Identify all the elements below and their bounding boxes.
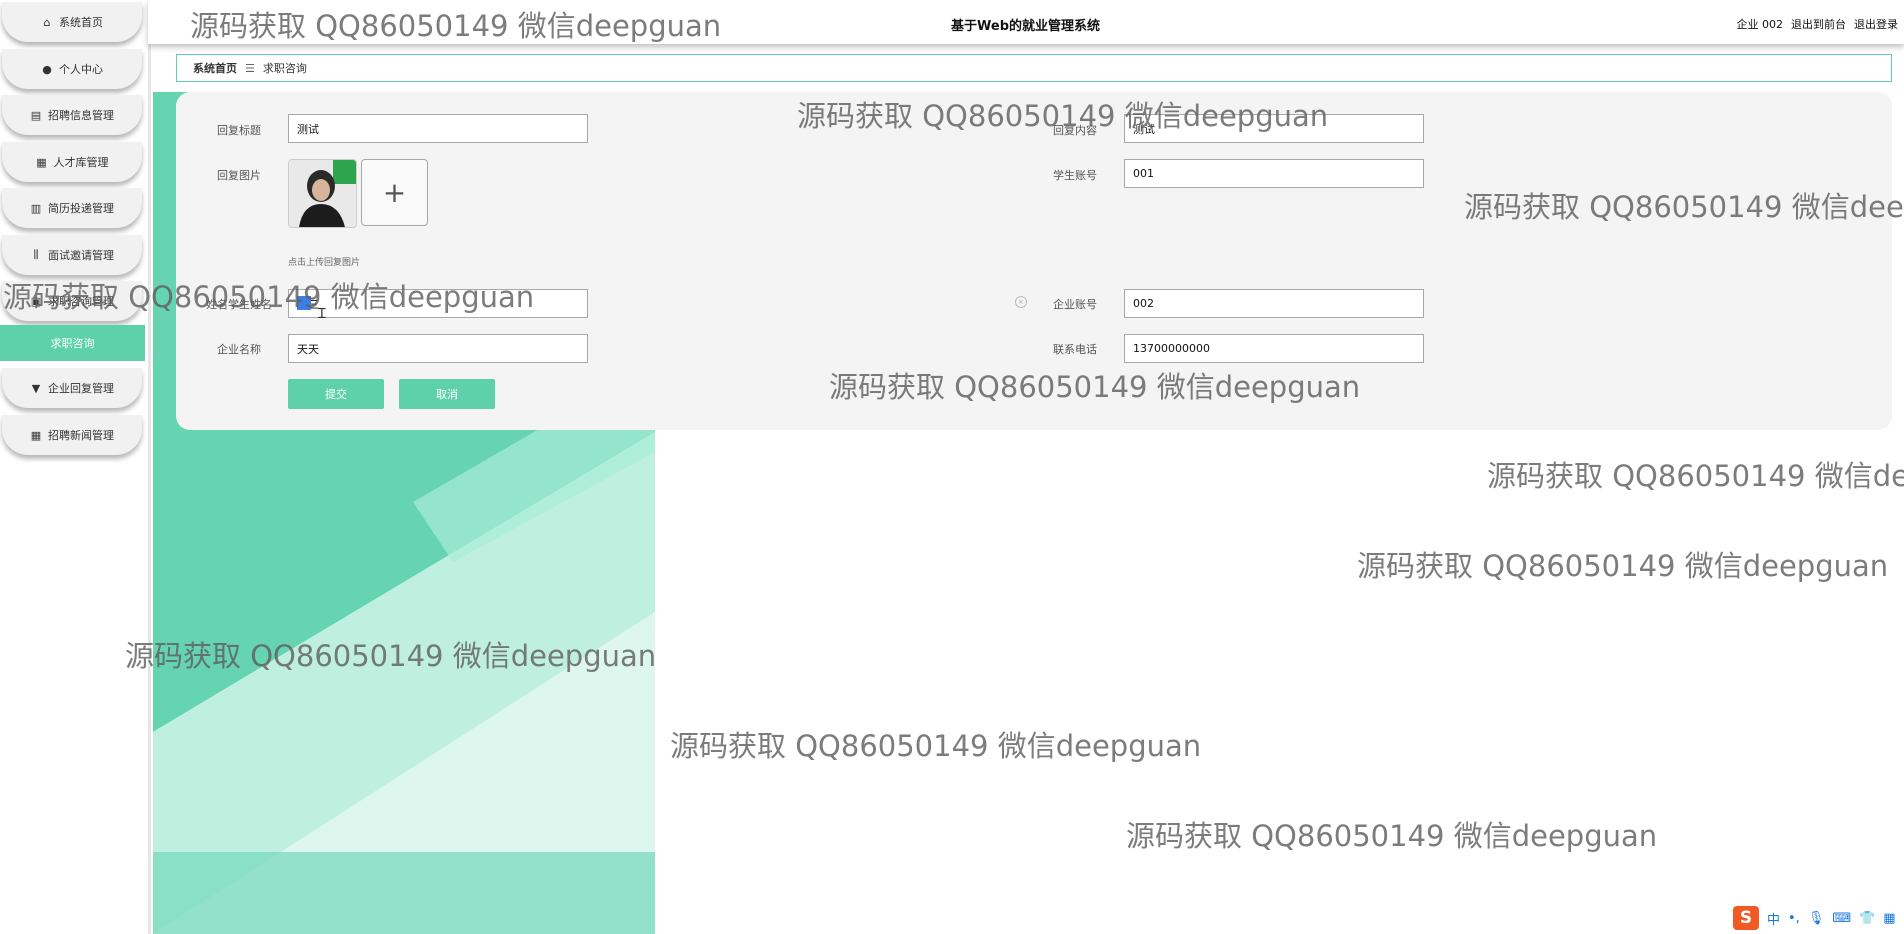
student-account-label: 学生账号 (1053, 169, 1097, 182)
clear-icon[interactable]: × (1015, 296, 1027, 308)
company-name-label: 企业名称 (217, 343, 261, 356)
text-selection-highlight (297, 296, 311, 310)
sidebar-item-label: 求职咨询 (50, 337, 95, 350)
top-header: 基于Web的就业管理系统 企业 002 退出到前台 退出登录 (148, 0, 1904, 44)
home-icon: ⌂ (43, 15, 51, 29)
company-account-label: 企业账号 (1053, 298, 1097, 311)
ime-logo-icon[interactable]: S (1733, 906, 1759, 930)
current-user: 企业 002 (1736, 18, 1784, 31)
sidebar-item-label: 系统首页 (59, 16, 103, 29)
sidebar-item-label: 人才库管理 (53, 156, 109, 169)
microphone-icon[interactable]: 🎙 (1808, 911, 1825, 926)
grid-icon: ▦ (36, 155, 47, 169)
clipboard-icon: ▥ (30, 201, 42, 215)
sidebar-item-consult[interactable]: 求职咨询 (0, 325, 145, 361)
shirt-icon[interactable]: 👕 (1859, 911, 1875, 926)
breadcrumb-current: 求职咨询 (262, 62, 307, 75)
sidebar-item-label: 企业回复管理 (48, 382, 114, 395)
upload-hint: 点击上传回复图片 (288, 258, 361, 268)
keyboard-icon[interactable]: ⌨ (1832, 911, 1851, 926)
sidebar-item-consult-mgmt[interactable]: ▣ 求职咨询管理 (2, 281, 142, 321)
student-name-label: 姓名学生姓名 (206, 298, 272, 311)
submit-button[interactable]: 提交 (288, 379, 384, 409)
sidebar-item-label: 面试邀请管理 (48, 249, 114, 262)
phone-input[interactable]: 13700000000 (1124, 334, 1424, 363)
header-user-area: 企业 002 退出到前台 退出登录 (1737, 16, 1899, 32)
sidebar-item-label: 求职咨询管理 (48, 295, 114, 308)
breadcrumb: 系统首页 ☰ 求职咨询 (176, 54, 1892, 82)
watermark: 源码获取 QQ86050149 微信deepguan (670, 729, 1202, 763)
reply-icon: ▼ (31, 381, 41, 395)
student-name-input[interactable]: 张三 (288, 289, 588, 318)
watermark: 源码获取 QQ86050149 微信deepguan (1126, 819, 1658, 853)
watermark: 源码获取 QQ86050149 微信deepguan (1357, 549, 1889, 583)
student-account-input[interactable]: 001 (1124, 159, 1424, 188)
text-cursor-icon: Ɪ (318, 306, 326, 322)
logout-link[interactable]: 退出登录 (1854, 16, 1898, 32)
sidebar-item-profile[interactable]: ● 个人中心 (2, 49, 142, 89)
app-title: 基于Web的就业管理系统 (951, 19, 1100, 34)
breadcrumb-home[interactable]: 系统首页 (193, 60, 237, 76)
sidebar-item-replies[interactable]: ▼ 企业回复管理 (2, 368, 142, 408)
reply-image-thumbnail[interactable] (288, 159, 357, 228)
sidebar-item-jobs[interactable]: ▤ 招聘信息管理 (2, 95, 142, 135)
sidebar-item-news[interactable]: ▦ 招聘新闻管理 (2, 415, 142, 455)
company-name-input[interactable]: 天天 (288, 334, 588, 363)
sidebar-item-label: 招聘信息管理 (48, 109, 114, 122)
company-account-input[interactable]: 002 (1124, 289, 1424, 318)
briefcase-icon: ▤ (30, 108, 42, 122)
exit-to-front-link[interactable]: 退出到前台 (1791, 16, 1846, 32)
reply-content-label: 回复内容 (1053, 124, 1097, 137)
cancel-button[interactable]: 取消 (399, 379, 495, 409)
sidebar-item-interviews[interactable]: ⫼ 面试邀请管理 (2, 235, 142, 275)
sidebar-item-label: 简历投递管理 (48, 202, 114, 215)
breadcrumb-separator-icon: ☰ (245, 61, 255, 75)
sidebar-item-resumes[interactable]: ▥ 简历投递管理 (2, 188, 142, 228)
sidebar-item-home[interactable]: ⌂ 系统首页 (2, 2, 142, 42)
phone-label: 联系电话 (1053, 343, 1097, 356)
ime-language[interactable]: 中 (1767, 909, 1780, 928)
news-icon: ▦ (30, 428, 42, 442)
sidebar-item-label: 招聘新闻管理 (48, 429, 114, 442)
reply-content-input[interactable]: 测试 (1124, 114, 1424, 143)
watermark: 源码获取 QQ86050149 微信deepguan (1487, 459, 1904, 493)
bars-icon: ⫼ (33, 248, 39, 261)
sidebar-item-talent[interactable]: ▦ 人才库管理 (2, 142, 142, 182)
menu-grid-icon[interactable]: ▦ (1883, 911, 1895, 926)
user-icon: ● (42, 62, 52, 76)
reply-image-label: 回复图片 (217, 169, 261, 182)
reply-title-label: 回复标题 (217, 124, 261, 137)
reply-title-input[interactable]: 测试 (288, 114, 588, 143)
upload-plus-button[interactable]: + (361, 159, 428, 226)
sidebar-item-label: 个人中心 (59, 63, 103, 76)
chat-icon: ▣ (30, 294, 42, 308)
sidebar: ⌂ 系统首页 ● 个人中心 ▤ 招聘信息管理 ▦ 人才库管理 ▥ 简历投递管理 … (0, 0, 151, 934)
ime-toolbar: S 中 •, 🎙 ⌨ 👕 ▦ (1733, 906, 1904, 930)
ime-punctuation[interactable]: •, (1788, 911, 1800, 926)
